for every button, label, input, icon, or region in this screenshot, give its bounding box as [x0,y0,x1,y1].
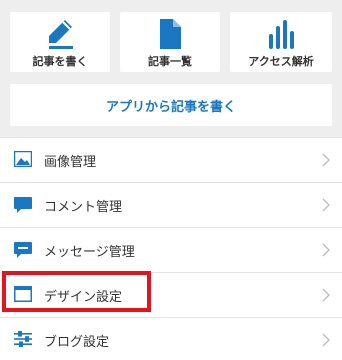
quick-actions-panel: 記事を書く 記事一覧 アクセス解析 アプリから記事を書く [0,0,342,137]
chevron-right-icon [322,197,330,216]
chevron-right-icon [322,242,330,261]
document-icon [157,18,183,54]
menu-item-comment-management[interactable]: コメント管理 [0,182,342,227]
write-article-button[interactable]: 記事を書く [10,12,110,72]
window-icon [14,286,32,306]
article-list-label: 記事一覧 [148,55,192,68]
menu-item-label: ブログ設定 [44,335,110,350]
write-from-app-label: アプリから記事を書く [105,99,236,115]
menu-item-image-management[interactable]: 画像管理 [0,137,342,182]
menu-item-label: コメント管理 [44,200,123,215]
menu-item-label: メッセージ管理 [44,245,135,260]
pencil-icon [45,18,75,54]
chevron-right-icon [322,332,330,351]
sliders-icon [14,331,32,351]
comment-icon [14,196,32,217]
analytics-button[interactable]: アクセス解析 [230,12,332,72]
menu-item-message-management[interactable]: メッセージ管理 [0,227,342,272]
menu-item-blog-settings[interactable]: ブログ設定 [0,317,342,360]
analytics-label: アクセス解析 [248,55,314,68]
message-icon [14,241,32,262]
chevron-right-icon [322,287,330,306]
bar-chart-icon [268,18,294,54]
menu-item-label: デザイン設定 [44,290,123,305]
image-icon [13,150,33,171]
menu-item-label: 画像管理 [44,155,97,170]
write-from-app-button[interactable]: アプリから記事を書く [10,84,332,126]
write-article-label: 記事を書く [32,55,88,68]
menu-item-design-settings[interactable]: デザイン設定 [0,272,342,317]
chevron-right-icon [322,152,330,171]
article-list-button[interactable]: 記事一覧 [120,12,220,72]
